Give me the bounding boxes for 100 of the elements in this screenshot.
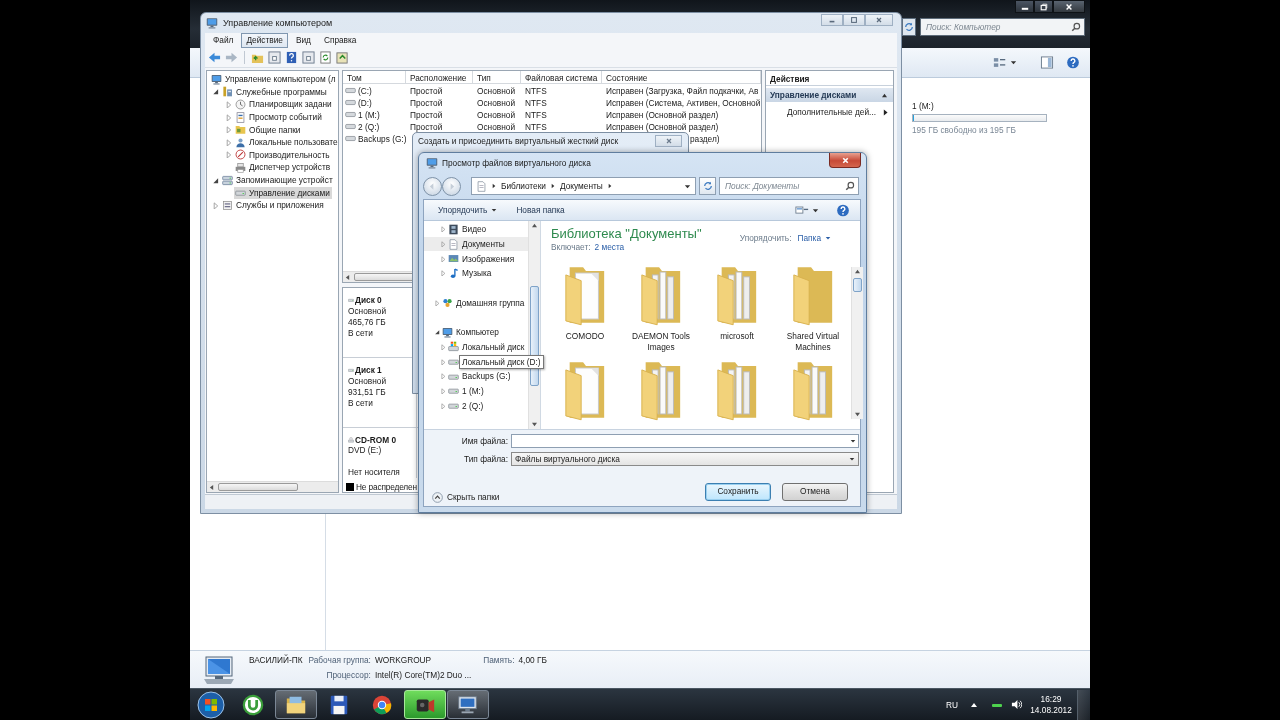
start-button[interactable]: [194, 689, 228, 720]
toolbar-button[interactable]: Новая папка: [516, 205, 565, 215]
drive-name[interactable]: 1 (M:): [912, 101, 1047, 111]
tree-item[interactable]: Общие папки: [234, 123, 303, 136]
nav-item[interactable]: Изображения: [424, 251, 528, 267]
folder-name[interactable]: microsoft: [700, 331, 774, 342]
left-arrow-icon[interactable]: [345, 273, 350, 281]
chevron-icon[interactable]: [550, 183, 555, 189]
expand-arrow-icon[interactable]: [212, 88, 219, 96]
close-button[interactable]: [865, 14, 893, 26]
speaker-icon[interactable]: [1011, 699, 1022, 710]
dialog-button[interactable]: Сохранить: [705, 482, 771, 501]
search-field[interactable]: Поиск: Документы: [719, 177, 859, 195]
clock[interactable]: 16:29 14.08.2012: [1028, 693, 1074, 716]
address-bar[interactable]: Библиотеки Документы: [471, 177, 696, 195]
preview-pane-icon[interactable]: [1040, 56, 1054, 69]
scrollbar[interactable]: [207, 481, 338, 492]
panel-icon[interactable]: [268, 51, 281, 64]
column-header[interactable]: Файловая система: [521, 71, 602, 84]
section-header[interactable]: Управление дисками: [766, 88, 893, 102]
down-arrow-icon[interactable]: [531, 422, 538, 427]
left-arrow-icon[interactable]: [209, 483, 214, 491]
folder-name[interactable]: DAEMON Tools Images: [624, 331, 698, 352]
tree-item[interactable]: Просмотр событий: [234, 111, 324, 124]
tree-item[interactable]: Планировщик задани: [234, 98, 334, 111]
nav-item[interactable]: Домашняя группа: [424, 295, 528, 311]
language-indicator[interactable]: RU: [946, 699, 958, 710]
tree-item[interactable]: Управление компьютером (л: [210, 73, 338, 86]
help-icon[interactable]: [1066, 56, 1080, 69]
nav-item[interactable]: Музыка: [424, 266, 528, 281]
minimize-button[interactable]: [1015, 0, 1034, 13]
collapse-arrow-icon[interactable]: [881, 92, 888, 98]
menu-item[interactable]: Вид: [290, 33, 316, 48]
tree-item[interactable]: Службы и приложения: [221, 199, 326, 212]
toolbar-button[interactable]: Упорядочить: [438, 205, 499, 215]
tree-item[interactable]: Производительность: [234, 148, 332, 161]
menu-item[interactable]: Файл: [208, 33, 239, 48]
caret-icon[interactable]: [684, 182, 691, 190]
nav-item[interactable]: Документы: [424, 236, 528, 252]
arrange-dropdown[interactable]: Папка: [797, 233, 832, 243]
caret-icon[interactable]: [1010, 59, 1017, 66]
expand-arrow-icon[interactable]: [212, 176, 219, 184]
view-options-icon[interactable]: [993, 56, 1007, 69]
column-header[interactable]: Состояние: [602, 71, 761, 84]
refresh-button[interactable]: [902, 18, 916, 36]
refresh-button[interactable]: [699, 177, 716, 195]
refresh-icon[interactable]: [319, 51, 332, 64]
table-cell: Основной: [477, 121, 516, 132]
back-arrow-icon[interactable]: [208, 51, 221, 64]
chevron-icon[interactable]: [492, 183, 496, 189]
nav-item[interactable]: 1 (M:): [424, 383, 528, 399]
arrow-box-icon[interactable]: [336, 51, 349, 64]
maximize-button[interactable]: [1034, 0, 1053, 13]
tree-item[interactable]: Локальные пользовате: [234, 136, 340, 149]
scrollbar[interactable]: [851, 267, 863, 419]
expand-arrow-icon[interactable]: [434, 329, 440, 336]
taskbar-button[interactable]: [275, 690, 317, 719]
filename-field[interactable]: [511, 434, 859, 448]
up-arrow-icon[interactable]: [854, 269, 861, 274]
scroll-thumb[interactable]: [853, 278, 862, 292]
column-header[interactable]: Том: [343, 71, 406, 84]
menu-item[interactable]: Действие: [241, 33, 288, 48]
back-button[interactable]: [423, 176, 442, 196]
hide-folders-button[interactable]: Скрыть папки: [432, 492, 500, 503]
up-arrow-icon[interactable]: [531, 223, 538, 228]
close-button[interactable]: [1053, 0, 1085, 13]
down-arrow-icon[interactable]: [854, 412, 861, 417]
scroll-thumb[interactable]: [218, 483, 298, 491]
tree-item[interactable]: Запоминающие устройст: [221, 174, 335, 187]
locations-link[interactable]: 2 места: [594, 242, 625, 252]
menu-item[interactable]: Справка: [318, 33, 362, 48]
nav-item[interactable]: Компьютер: [424, 324, 528, 340]
search-field[interactable]: Поиск: Компьютер: [920, 18, 1085, 36]
nav-item[interactable]: Backups (G:): [424, 368, 528, 384]
column-header[interactable]: Тип: [473, 71, 521, 84]
tree-item[interactable]: Управление дисками: [234, 186, 332, 199]
action-link[interactable]: Дополнительные дей...: [766, 106, 893, 118]
help-icon[interactable]: [836, 203, 850, 217]
dialog-button[interactable]: Отмена: [782, 482, 848, 501]
caret-icon[interactable]: [850, 438, 856, 444]
show-desktop-button[interactable]: [1077, 689, 1090, 720]
breadcrumb-item[interactable]: Библиотеки: [501, 181, 546, 191]
folder-name[interactable]: COMODO: [548, 331, 622, 342]
help-icon[interactable]: [285, 51, 298, 64]
tree-item[interactable]: Служебные программы: [221, 85, 329, 98]
panel-icon[interactable]: [302, 51, 315, 64]
column-header[interactable]: Расположение: [406, 71, 473, 84]
forward-button[interactable]: [442, 176, 461, 196]
taskbar-button[interactable]: [447, 690, 489, 719]
close-button[interactable]: [829, 153, 861, 168]
filetype-dropdown[interactable]: Файлы виртуального диска: [511, 452, 859, 466]
nav-item[interactable]: Локальный диск: [424, 339, 528, 355]
folder-name[interactable]: Shared Virtual Machines: [776, 331, 850, 352]
nav-item[interactable]: Видео: [424, 222, 528, 237]
tree-item[interactable]: Диспетчер устройств: [234, 161, 333, 174]
scrollbar[interactable]: [528, 221, 540, 429]
caret-icon[interactable]: [812, 206, 819, 214]
breadcrumb-item[interactable]: Документы: [559, 181, 603, 191]
nav-item[interactable]: 2 (Q:): [424, 398, 528, 413]
chevron-icon[interactable]: [607, 183, 612, 189]
